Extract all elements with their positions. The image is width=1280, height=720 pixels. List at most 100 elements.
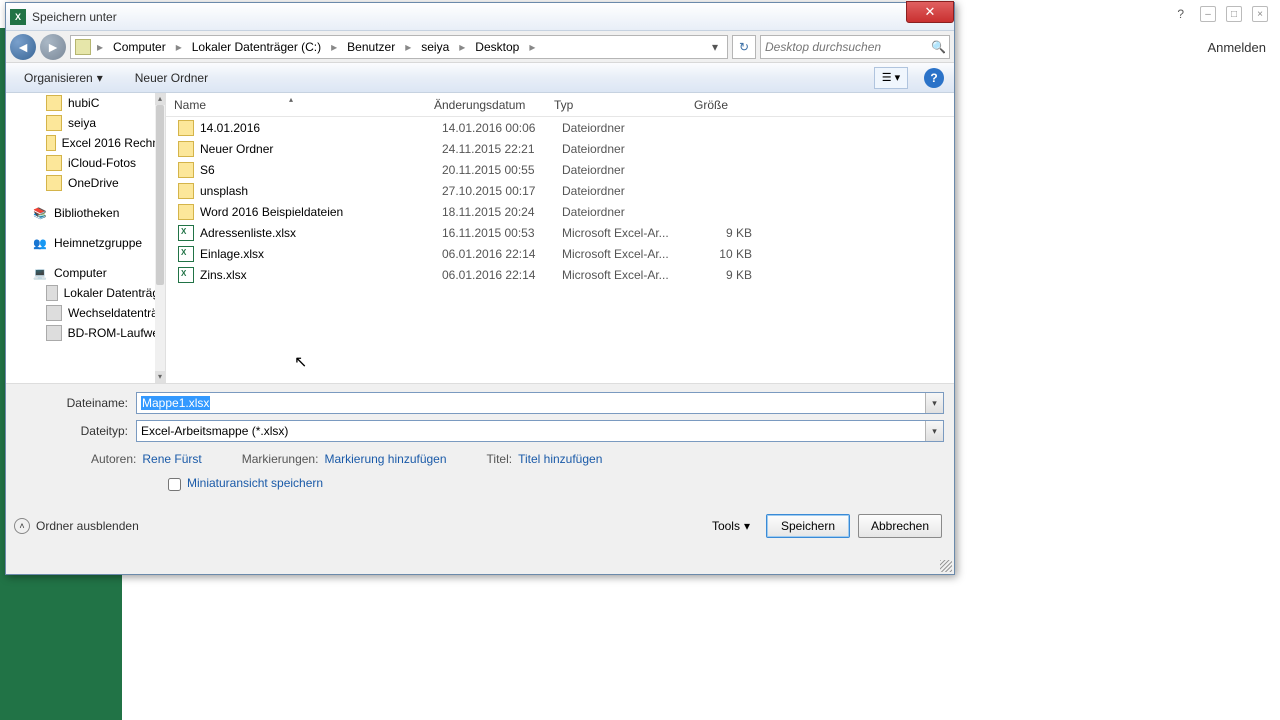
folder-tree[interactable]: hubiCseiyaExcel 2016 Rechn iCloud-Fotos On…	[6, 93, 166, 383]
close-button[interactable]: ✕	[906, 1, 954, 23]
tools-button[interactable]: Tools ▾	[704, 515, 758, 537]
tree-item-label: Lokaler Datenträg	[64, 286, 159, 300]
form-area: Dateiname: Mappe1.xlsx ▾ Dateityp: Excel…	[6, 383, 954, 506]
tree-item[interactable]: iCloud-Fotos	[6, 153, 165, 173]
toolbar: Organisieren▾ Neuer Ordner ☰ ▾ ?	[6, 63, 954, 93]
folder-icon	[178, 162, 194, 178]
col-name[interactable]: Name▴	[166, 98, 426, 112]
file-type: Dateiordner	[562, 142, 682, 156]
thumbnail-label[interactable]: Miniaturansicht speichern	[187, 476, 323, 492]
file-date: 16.11.2015 00:53	[442, 226, 562, 240]
col-size[interactable]: Größe	[666, 98, 736, 112]
refresh-button[interactable]: ↻	[732, 35, 756, 59]
breadcrumb-seg[interactable]: Desktop	[471, 38, 523, 56]
help-button[interactable]: ?	[924, 68, 944, 88]
net-icon: 👥	[32, 235, 48, 251]
breadcrumb-seg[interactable]: seiya	[417, 38, 453, 56]
forward-button[interactable]: ►	[40, 34, 66, 60]
file-row[interactable]: Zins.xlsx06.01.2016 22:14Microsoft Excel…	[166, 264, 954, 285]
lib-icon: 📚	[32, 205, 48, 221]
chevron-right-icon[interactable]: ▸	[93, 40, 107, 54]
tree-item-label: Heimnetzgruppe	[54, 236, 142, 250]
file-name: Einlage.xlsx	[200, 247, 442, 261]
file-date: 18.11.2015 20:24	[442, 205, 562, 219]
tree-scrollbar[interactable]: ▴ ▾	[155, 93, 165, 383]
organize-button[interactable]: Organisieren▾	[16, 68, 111, 88]
tree-item[interactable]: Wechseldatenträ	[6, 303, 165, 323]
bg-close-icon[interactable]: ×	[1252, 6, 1268, 22]
chevron-right-icon[interactable]: ▸	[455, 40, 469, 54]
resize-grip[interactable]	[940, 560, 952, 572]
file-type: Dateiordner	[562, 184, 682, 198]
bg-minimize-icon[interactable]: –	[1200, 6, 1216, 22]
filename-input[interactable]: Mappe1.xlsx	[136, 392, 944, 414]
scroll-thumb[interactable]	[156, 105, 164, 285]
filetype-select[interactable]: Excel-Arbeitsmappe (*.xlsx)	[136, 420, 944, 442]
tree-item[interactable]: 💻Computer	[6, 263, 165, 283]
tree-item[interactable]: 📚 Bibliotheken	[6, 203, 165, 223]
excel-icon	[178, 246, 194, 262]
folder-icon	[46, 115, 62, 131]
tree-item[interactable]: Excel 2016 Rechn	[6, 133, 165, 153]
excel-icon	[178, 225, 194, 241]
tree-item[interactable]: BD-ROM-Laufwe	[6, 323, 165, 343]
tree-item-label: iCloud-Fotos	[68, 156, 136, 170]
chevron-down-icon: ▾	[97, 71, 103, 85]
file-row[interactable]: S620.11.2015 00:55Dateiordner	[166, 159, 954, 180]
authors-value[interactable]: Rene Fürst	[142, 452, 201, 466]
help-icon[interactable]: ?	[1177, 7, 1184, 21]
chevron-down-icon: ▾	[744, 519, 750, 533]
chevron-right-icon[interactable]: ▸	[525, 40, 539, 54]
scroll-up-icon[interactable]: ▴	[155, 93, 165, 105]
tags-value[interactable]: Markierung hinzufügen	[324, 452, 446, 466]
filename-dropdown[interactable]: ▾	[925, 393, 943, 413]
breadcrumb-dropdown[interactable]: ▾	[707, 40, 723, 54]
search-icon[interactable]: 🔍	[931, 40, 945, 54]
drive-icon	[46, 325, 62, 341]
new-folder-button[interactable]: Neuer Ordner	[127, 68, 216, 88]
excel-icon	[178, 267, 194, 283]
save-button[interactable]: Speichern	[766, 514, 850, 538]
breadcrumb-seg[interactable]: Computer	[109, 38, 170, 56]
title-label: Titel:	[487, 452, 513, 466]
tree-item[interactable]: seiya	[6, 113, 165, 133]
file-row[interactable]: 14.01.201614.01.2016 00:06Dateiordner	[166, 117, 954, 138]
thumbnail-checkbox[interactable]	[168, 478, 181, 491]
filetype-dropdown[interactable]: ▾	[925, 421, 943, 441]
tree-item-label: BD-ROM-Laufwe	[68, 326, 159, 340]
search-box[interactable]: 🔍	[760, 35, 950, 59]
breadcrumb-seg[interactable]: Lokaler Datenträger (C:)	[188, 38, 325, 56]
tree-item[interactable]: Lokaler Datenträg	[6, 283, 165, 303]
chevron-right-icon[interactable]: ▸	[327, 40, 341, 54]
file-row[interactable]: Adressenliste.xlsx16.11.2015 00:53Micros…	[166, 222, 954, 243]
breadcrumb-seg[interactable]: Benutzer	[343, 38, 399, 56]
login-link[interactable]: Anmelden	[1207, 40, 1266, 55]
file-row[interactable]: Einlage.xlsx06.01.2016 22:14Microsoft Ex…	[166, 243, 954, 264]
back-button[interactable]: ◄	[10, 34, 36, 60]
filetype-label: Dateityp:	[16, 424, 136, 438]
search-input[interactable]	[765, 40, 931, 54]
tree-item-label: Bibliotheken	[54, 206, 119, 220]
save-as-dialog: X Speichern unter ✕ ◄ ► ▸ Computer ▸ Lok…	[5, 2, 955, 575]
scroll-down-icon[interactable]: ▾	[155, 371, 165, 383]
title-value[interactable]: Titel hinzufügen	[518, 452, 602, 466]
titlebar[interactable]: X Speichern unter ✕	[6, 3, 954, 31]
col-type[interactable]: Typ	[546, 98, 666, 112]
folder-icon	[178, 141, 194, 157]
file-name: Neuer Ordner	[200, 142, 442, 156]
chevron-right-icon[interactable]: ▸	[401, 40, 415, 54]
tree-item[interactable]: OneDrive	[6, 173, 165, 193]
hide-folders-button[interactable]: ˄ Ordner ausblenden	[14, 518, 139, 534]
breadcrumb[interactable]: ▸ Computer ▸ Lokaler Datenträger (C:) ▸ …	[70, 35, 728, 59]
bg-maximize-icon[interactable]: □	[1226, 6, 1242, 22]
file-row[interactable]: unsplash27.10.2015 00:17Dateiordner	[166, 180, 954, 201]
view-button[interactable]: ☰ ▾	[874, 67, 908, 89]
file-row[interactable]: Neuer Ordner24.11.2015 22:21Dateiordner	[166, 138, 954, 159]
file-row[interactable]: Word 2016 Beispieldateien18.11.2015 20:2…	[166, 201, 954, 222]
tree-item[interactable]: 👥 Heimnetzgruppe	[6, 233, 165, 253]
col-date[interactable]: Änderungsdatum	[426, 98, 546, 112]
tree-item[interactable]: hubiC	[6, 93, 165, 113]
dialog-title: Speichern unter	[32, 10, 117, 24]
cancel-button[interactable]: Abbrechen	[858, 514, 942, 538]
chevron-right-icon[interactable]: ▸	[172, 40, 186, 54]
